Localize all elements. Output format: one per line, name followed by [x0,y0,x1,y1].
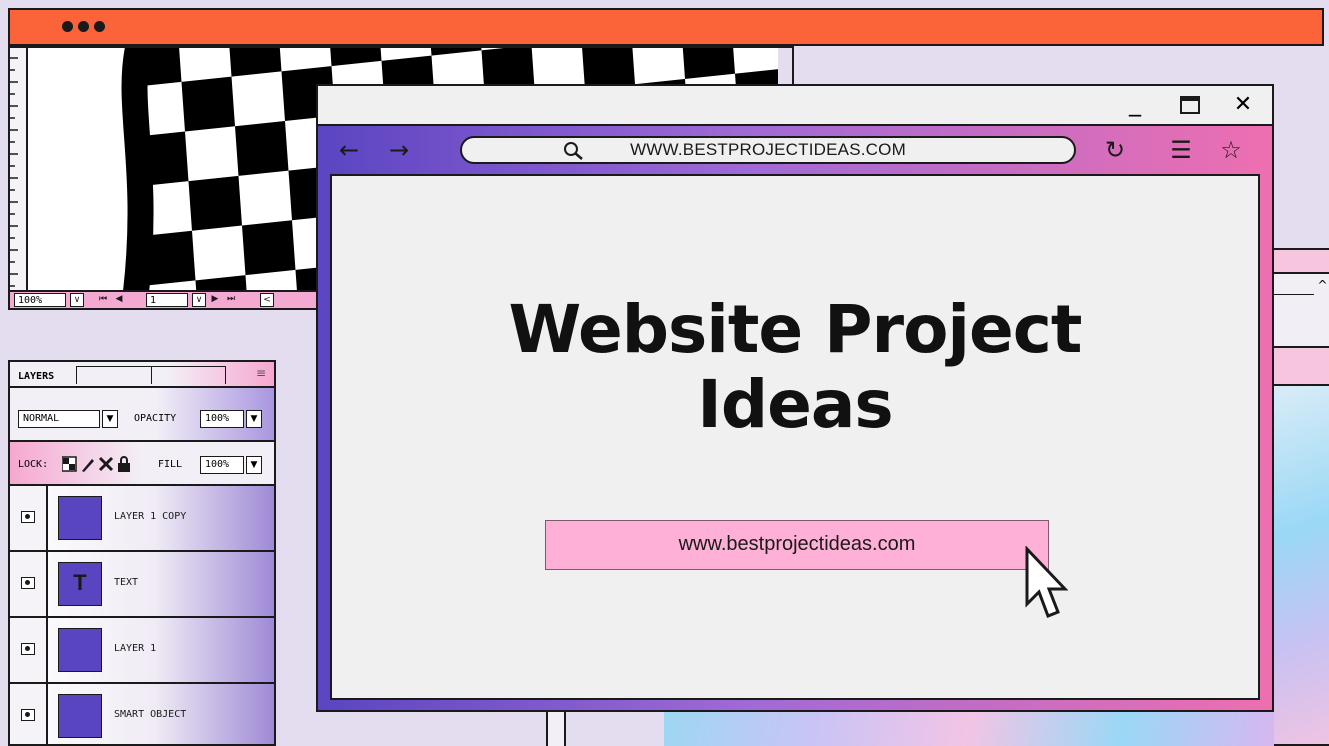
fill-field[interactable]: 100% [200,456,244,474]
url-text[interactable]: WWW.BESTPROJECTIDEAS.COM [462,138,1074,162]
lock-move-icon [98,456,114,472]
window-dot-icon[interactable] [62,21,73,32]
refresh-icon[interactable]: ↻ [1100,136,1130,164]
page-title-line1: Website Project [508,291,1083,368]
layer-name: SMART OBJECT [114,709,187,720]
layer-row[interactable]: SMART OBJECT [10,684,274,744]
blend-mode-select[interactable]: NORMAL [18,410,100,428]
menu-icon[interactable]: ☰ [1166,136,1196,164]
background-window-titlebar [1274,250,1329,274]
top-title-bar [8,8,1324,46]
scroll-up-icon[interactable]: ^ [1314,278,1329,296]
lock-brush-icon [82,459,94,472]
layer-thumbnail: T [58,562,102,606]
layers-panel: LAYERS ≡ NORMAL ▼ OPACITY 100% ▼ LOCK: F… [8,360,276,746]
layers-tab-row: LAYERS ≡ [10,362,274,388]
layer-row[interactable]: T TEXT [10,552,274,618]
forward-arrow-icon[interactable]: → [384,136,414,164]
layer-thumbnail [58,496,102,540]
eye-icon[interactable] [21,709,35,721]
page-title: Website Project Ideas [332,292,1258,442]
maximize-icon[interactable] [1180,96,1200,114]
visibility-toggle[interactable] [10,618,48,682]
fill-dropdown-icon[interactable]: ▼ [246,456,262,474]
zoom-level-field[interactable]: 100% [14,293,66,307]
opacity-label: OPACITY [134,413,177,424]
bookmark-star-icon[interactable]: ☆ [1216,136,1246,164]
panel-menu-icon[interactable]: ≡ [256,366,266,380]
eye-icon[interactable] [21,511,35,523]
opacity-dropdown-icon[interactable]: ▼ [246,410,262,428]
tab-empty[interactable] [76,366,152,384]
lock-transparency-icon [62,456,77,472]
window-dot-icon[interactable] [78,21,89,32]
layer-row[interactable]: LAYER 1 [10,618,274,684]
background-window-band [1274,346,1329,386]
horizontal-ruler [1274,280,1314,295]
layer-thumbnail [58,628,102,672]
visibility-toggle[interactable] [10,486,48,550]
back-arrow-icon[interactable]: ← [334,136,364,164]
page-dropdown-icon[interactable]: ∨ [192,293,206,307]
page-content: Website Project Ideas www.bestprojectide… [330,174,1260,700]
ruler-fragment [546,708,566,746]
browser-titlebar: _ ✕ [318,86,1272,126]
minimize-icon[interactable]: _ [1122,88,1148,122]
vertical-ruler [10,48,28,292]
address-bar[interactable]: WWW.BESTPROJECTIDEAS.COM [460,136,1076,164]
website-link[interactable]: www.bestprojectideas.com [545,520,1049,570]
prev-page-icon[interactable]: ◀ [112,293,126,307]
window-dot-icon[interactable] [94,21,105,32]
zoom-dropdown-icon[interactable]: ∨ [70,293,84,307]
layer-name: LAYER 1 COPY [114,511,187,522]
blend-dropdown-icon[interactable]: ▼ [102,410,118,428]
opacity-field[interactable]: 100% [200,410,244,428]
lock-label: LOCK: [18,459,49,470]
lock-options [62,456,130,472]
page-title-line2: Ideas [697,366,893,443]
background-window: ^ [1272,248,1329,746]
layer-name: LAYER 1 [114,643,157,654]
visibility-toggle[interactable] [10,684,48,744]
first-page-icon[interactable]: ⏮ [96,293,110,307]
blend-row: NORMAL ▼ OPACITY 100% ▼ [10,388,274,442]
page-number-field[interactable]: 1 [146,293,188,307]
layer-row[interactable]: LAYER 1 COPY [10,486,274,552]
tab-layers[interactable]: LAYERS [10,366,76,388]
layer-name: TEXT [114,577,139,588]
last-page-icon[interactable]: ⏭ [224,293,238,307]
eye-icon[interactable] [21,577,35,589]
eye-icon[interactable] [21,643,35,655]
tab-empty[interactable] [152,366,226,384]
next-page-icon[interactable]: ▶ [208,293,222,307]
close-icon[interactable]: ✕ [1230,90,1256,120]
browser-window: _ ✕ ← → WWW.BESTPROJECTIDEAS.COM ↻ ☰ ☆ W… [316,84,1274,712]
scroll-left-icon[interactable]: < [260,293,274,307]
pointer-cursor-icon [1025,546,1068,618]
holographic-image [1274,386,1329,744]
browser-frame: ← → WWW.BESTPROJECTIDEAS.COM ↻ ☰ ☆ Websi… [318,126,1272,710]
visibility-toggle[interactable] [10,552,48,616]
layer-thumbnail [58,694,102,738]
lock-all-icon [118,456,130,472]
fill-label: FILL [158,459,183,470]
lock-row: LOCK: FILL 100% ▼ [10,442,274,486]
